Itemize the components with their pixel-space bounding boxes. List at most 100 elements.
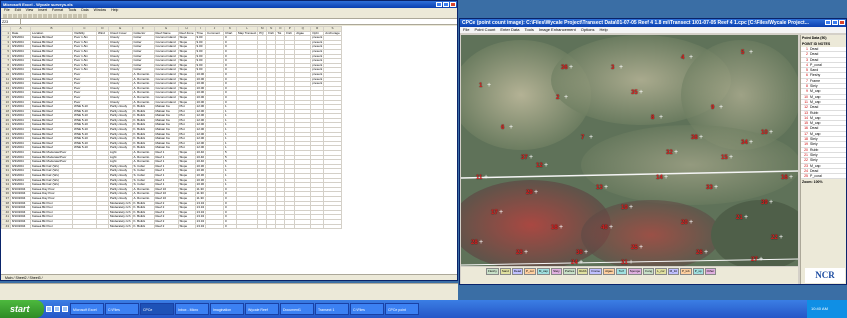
image-point[interactable]: 34 bbox=[741, 140, 748, 146]
task-button[interactable]: Transect 1 bbox=[315, 303, 349, 315]
cell[interactable]: 10.40 bbox=[194, 150, 207, 156]
cell[interactable]: Coconut Island bbox=[153, 81, 179, 87]
cell[interactable]: 10.40 bbox=[194, 159, 207, 165]
align-left-icon[interactable] bbox=[68, 14, 72, 18]
header-cell[interactable]: Anchorage bbox=[323, 30, 342, 37]
category-button-p-sp[interactable]: P_sp bbox=[692, 268, 704, 275]
cell[interactable]: Reef 2 bbox=[153, 223, 179, 230]
menu-edit[interactable]: Edit bbox=[15, 8, 21, 13]
cell[interactable]: Coconut Island bbox=[153, 39, 179, 46]
cell[interactable]: K. Bolick bbox=[131, 223, 155, 230]
category-button-fung[interactable]: Fung bbox=[643, 268, 655, 275]
cell[interactable]: 10.30 bbox=[194, 177, 207, 184]
cell[interactable]: 10.00 bbox=[194, 90, 207, 96]
cell[interactable] bbox=[310, 223, 325, 230]
cell[interactable]: 10.30 bbox=[194, 163, 207, 170]
cell[interactable]: 13.34 bbox=[194, 214, 207, 220]
image-point[interactable]: 32 bbox=[666, 150, 673, 156]
cell[interactable]: 10.30 bbox=[194, 173, 207, 179]
italic-icon[interactable] bbox=[58, 14, 62, 18]
copy-icon[interactable] bbox=[28, 14, 32, 18]
cut-icon[interactable] bbox=[23, 14, 27, 18]
header-cell[interactable]: Reef Zone bbox=[177, 30, 196, 37]
image-point[interactable]: 17 bbox=[491, 210, 498, 216]
cell[interactable]: Coconut Island bbox=[153, 49, 179, 55]
underline-icon[interactable] bbox=[63, 14, 67, 18]
new-icon[interactable] bbox=[3, 14, 7, 18]
image-point[interactable]: 8 bbox=[651, 115, 654, 121]
image-point[interactable]: 40 bbox=[601, 225, 608, 231]
cell[interactable]: 12.00 bbox=[194, 113, 207, 119]
menu-options[interactable]: Options bbox=[581, 27, 595, 33]
cell[interactable]: 10.00 bbox=[194, 76, 207, 83]
cell[interactable]: present bbox=[310, 44, 325, 50]
image-point[interactable]: 6 bbox=[501, 125, 504, 131]
category-button-p-cor[interactable]: P_cor bbox=[524, 268, 536, 275]
task-button[interactable]: Imagination bbox=[210, 303, 244, 315]
cell[interactable]: present bbox=[310, 35, 325, 41]
image-point[interactable]: 3 bbox=[611, 65, 614, 71]
cell[interactable]: 12.00 bbox=[194, 117, 207, 124]
cell[interactable]: 10.00 bbox=[194, 94, 207, 101]
cell[interactable]: 10.00 bbox=[194, 71, 207, 78]
cell[interactable]: Coconut Island bbox=[153, 99, 179, 106]
cell[interactable]: present bbox=[310, 76, 325, 83]
outlook-icon[interactable] bbox=[54, 306, 60, 312]
cell[interactable]: 10.30 bbox=[194, 182, 207, 188]
cell[interactable] bbox=[266, 223, 277, 230]
cell[interactable]: Moderately rich bbox=[108, 209, 133, 216]
menu-format[interactable]: Format bbox=[52, 8, 63, 13]
category-button-sand[interactable]: Sand bbox=[499, 268, 511, 275]
category-button-dead[interactable]: Dead bbox=[511, 268, 524, 275]
cell[interactable]: Coconut Island bbox=[153, 44, 179, 50]
reef-photo[interactable]: 1 +2 +3 +4 +5 +6 +7 +8 +9 +10 +11 +12 +13 +14 +15 +16 +1… bbox=[461, 35, 798, 266]
cell[interactable]: 12.00 bbox=[194, 140, 207, 147]
menu-tools[interactable]: Tools bbox=[524, 27, 533, 33]
image-point[interactable]: 31 bbox=[621, 260, 628, 266]
cell[interactable]: Katsea Bk Moderate/Poor bbox=[30, 159, 73, 165]
category-button-m-cap[interactable]: M_cap bbox=[536, 268, 550, 275]
image-point[interactable]: 30 bbox=[576, 250, 583, 256]
cell[interactable]: Katsea Bk Moderate/Poor bbox=[30, 150, 73, 156]
image-point[interactable]: 19 bbox=[621, 205, 628, 211]
cell[interactable]: present bbox=[310, 62, 325, 69]
paste-icon[interactable] bbox=[33, 14, 37, 18]
image-point[interactable]: 33 bbox=[706, 185, 713, 191]
image-point[interactable]: 1 bbox=[479, 83, 482, 89]
cell[interactable]: Katsea Bk Poor bbox=[30, 223, 73, 230]
category-button-fleshy[interactable]: Fleshy bbox=[486, 268, 499, 275]
excel-title-bar[interactable]: Microsoft Excel - Wycale surveys.xls bbox=[1, 1, 457, 8]
cell[interactable]: Coconut Island bbox=[153, 53, 179, 60]
open-icon[interactable] bbox=[8, 14, 12, 18]
menu-tools[interactable]: Tools bbox=[68, 8, 76, 13]
image-point[interactable]: 14 bbox=[656, 175, 663, 181]
cell[interactable] bbox=[236, 223, 259, 230]
cell[interactable]: 12.00 bbox=[194, 122, 207, 129]
category-button-porites[interactable]: Porites bbox=[562, 268, 577, 275]
task-button[interactable]: Inbox - Micro bbox=[175, 303, 209, 315]
minimize-icon[interactable] bbox=[436, 2, 442, 7]
undo-icon[interactable] bbox=[38, 14, 42, 18]
image-point[interactable]: 27 bbox=[751, 257, 758, 263]
image-point[interactable]: 21 bbox=[736, 215, 743, 221]
image-point[interactable]: 37 bbox=[521, 155, 528, 161]
ie-icon[interactable] bbox=[46, 306, 52, 312]
image-point[interactable]: 5 bbox=[741, 50, 744, 56]
cell[interactable]: 13.34 bbox=[194, 223, 207, 230]
image-point[interactable]: 29 bbox=[526, 190, 533, 196]
cell[interactable]: Coconut Island bbox=[153, 90, 179, 96]
menu-help[interactable]: Help bbox=[111, 8, 118, 13]
cell[interactable] bbox=[72, 223, 97, 230]
cell[interactable]: 8/10/2004 bbox=[10, 223, 31, 230]
cell[interactable] bbox=[96, 223, 109, 230]
align-center-icon[interactable] bbox=[73, 14, 77, 18]
image-point[interactable]: 16 bbox=[781, 175, 788, 181]
name-box[interactable]: Z23 bbox=[1, 19, 21, 24]
chart-icon[interactable] bbox=[48, 14, 52, 18]
cell[interactable]: 12.00 bbox=[194, 145, 207, 151]
save-icon[interactable] bbox=[13, 14, 17, 18]
bold-icon[interactable] bbox=[53, 14, 57, 18]
cell[interactable]: 12.00 bbox=[194, 127, 207, 133]
task-button[interactable]: C:\Files bbox=[350, 303, 384, 315]
cell[interactable]: Moderately rich bbox=[108, 214, 133, 220]
